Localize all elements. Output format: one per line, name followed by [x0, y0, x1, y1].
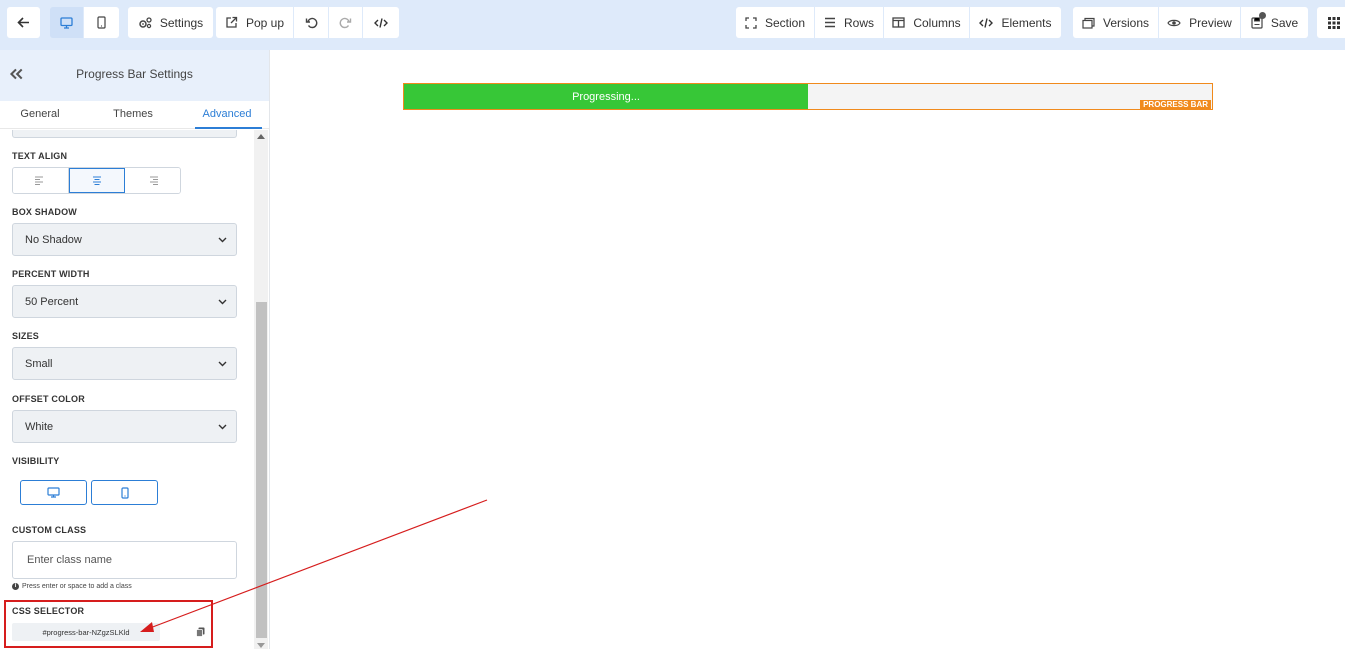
visibility-desktop-toggle[interactable]	[20, 480, 87, 505]
chevron-down-icon	[218, 361, 227, 367]
undo-button[interactable]	[294, 7, 328, 38]
editor-canvas	[270, 50, 1345, 649]
custom-class-hint: i Press enter or space to add a class	[12, 583, 132, 590]
redo-icon	[339, 17, 352, 29]
info-icon: i	[12, 583, 19, 590]
align-left-icon	[35, 176, 44, 185]
settings-label: Settings	[159, 15, 204, 30]
grid-icon	[1328, 16, 1340, 29]
offset-color-label: OFFSET COLOR	[12, 394, 85, 404]
offset-color-select[interactable]: White	[12, 410, 237, 443]
custom-class-input[interactable]: Enter class name	[12, 541, 237, 579]
popup-button[interactable]: Pop up	[216, 7, 293, 38]
redo-button[interactable]	[329, 7, 362, 38]
text-align-label: TEXT ALIGN	[12, 151, 68, 161]
columns-button[interactable]: Columns	[884, 7, 969, 38]
visibility-mobile-toggle[interactable]	[91, 480, 158, 505]
align-right-button[interactable]	[125, 168, 180, 193]
columns-icon	[892, 17, 905, 28]
code-icon	[979, 17, 994, 28]
code-icon	[374, 17, 388, 28]
desktop-view-button[interactable]	[50, 7, 83, 38]
align-center-button[interactable]	[68, 168, 126, 193]
align-left-button[interactable]	[13, 168, 69, 193]
mobile-icon	[120, 486, 129, 499]
tab-advanced[interactable]: Advanced	[186, 108, 268, 120]
align-center-icon	[93, 176, 101, 185]
sidebar-header: Progress Bar Settings	[0, 50, 269, 101]
css-selector-label: CSS SELECTOR	[12, 606, 85, 616]
tab-general[interactable]: General	[0, 108, 80, 120]
preview-button[interactable]: Preview	[1159, 7, 1240, 38]
elements-button[interactable]: Elements	[970, 7, 1061, 38]
apps-button[interactable]	[1317, 7, 1345, 38]
settings-button[interactable]: Settings	[128, 7, 213, 38]
gears-icon	[139, 16, 152, 28]
custom-class-placeholder: Enter class name	[27, 554, 112, 566]
preview-label: Preview	[1189, 15, 1232, 30]
css-selector-value[interactable]: #progress-bar-NZgzSLKld	[12, 623, 160, 641]
eye-icon	[1167, 19, 1181, 26]
sidebar-title: Progress Bar Settings	[76, 67, 193, 81]
copy-icon[interactable]	[196, 627, 205, 637]
rows-label: Rows	[843, 15, 874, 30]
desktop-icon	[47, 487, 60, 498]
percent-width-value: 50 Percent	[25, 295, 79, 308]
active-tab-indicator	[195, 127, 262, 129]
offset-color-value: White	[25, 420, 54, 433]
versions-label: Versions	[1102, 15, 1150, 30]
versions-button[interactable]: Versions	[1073, 7, 1158, 38]
sidebar-scrollbar-thumb[interactable]	[256, 302, 267, 638]
custom-class-hint-text: Press enter or space to add a class	[22, 583, 132, 590]
top-toolbar: Settings Pop up Section Rows Columns Ele…	[0, 0, 1345, 50]
section-icon	[745, 16, 757, 29]
code-button[interactable]	[363, 7, 399, 38]
versions-icon	[1082, 17, 1095, 29]
scroll-down-arrow-icon[interactable]	[257, 643, 265, 648]
progress-bar-text: Progressing...	[572, 90, 640, 103]
progress-bar-fill: Progressing...	[404, 84, 808, 109]
progress-bar[interactable]: Progressing... PROGRESS BAR	[403, 83, 1213, 110]
popup-label: Pop up	[245, 15, 285, 30]
progress-bar-element-tag: PROGRESS BAR	[1140, 100, 1211, 110]
settings-sidebar: Progress Bar Settings General Themes Adv…	[0, 50, 270, 649]
text-align-group	[12, 167, 181, 194]
section-label: Section	[764, 15, 806, 30]
chevron-down-icon	[218, 299, 227, 305]
columns-label: Columns	[913, 15, 961, 30]
arrow-left-icon	[17, 17, 29, 28]
previous-field-edge	[12, 130, 237, 138]
mobile-icon	[97, 16, 106, 29]
undo-icon	[305, 17, 317, 29]
visibility-label: VISIBILITY	[12, 456, 60, 466]
save-label: Save	[1270, 15, 1299, 30]
chevron-down-icon	[218, 424, 227, 430]
box-shadow-label: BOX SHADOW	[12, 207, 77, 217]
rows-icon	[824, 17, 835, 28]
scroll-up-arrow-icon[interactable]	[257, 134, 265, 139]
unsaved-indicator	[1259, 12, 1266, 19]
rows-button[interactable]: Rows	[815, 7, 883, 38]
sidebar-tabs: General Themes Advanced	[0, 101, 269, 129]
sizes-label: SIZES	[12, 331, 40, 341]
box-shadow-value: No Shadow	[25, 233, 82, 246]
save-button[interactable]: Save	[1241, 7, 1308, 38]
tab-themes[interactable]: Themes	[93, 108, 173, 120]
align-right-icon	[149, 176, 158, 185]
section-button[interactable]: Section	[736, 7, 814, 38]
percent-width-label: PERCENT WIDTH	[12, 269, 90, 279]
box-shadow-select[interactable]: No Shadow	[12, 223, 237, 256]
sizes-value: Small	[25, 357, 53, 370]
external-link-icon	[226, 16, 238, 28]
sizes-select[interactable]: Small	[12, 347, 237, 380]
chevron-down-icon	[218, 237, 227, 243]
mobile-view-button[interactable]	[84, 7, 119, 38]
percent-width-select[interactable]: 50 Percent	[12, 285, 237, 318]
custom-class-label: CUSTOM CLASS	[12, 525, 87, 535]
elements-label: Elements	[1001, 15, 1052, 30]
desktop-icon	[60, 16, 73, 29]
back-button[interactable]	[7, 7, 40, 38]
